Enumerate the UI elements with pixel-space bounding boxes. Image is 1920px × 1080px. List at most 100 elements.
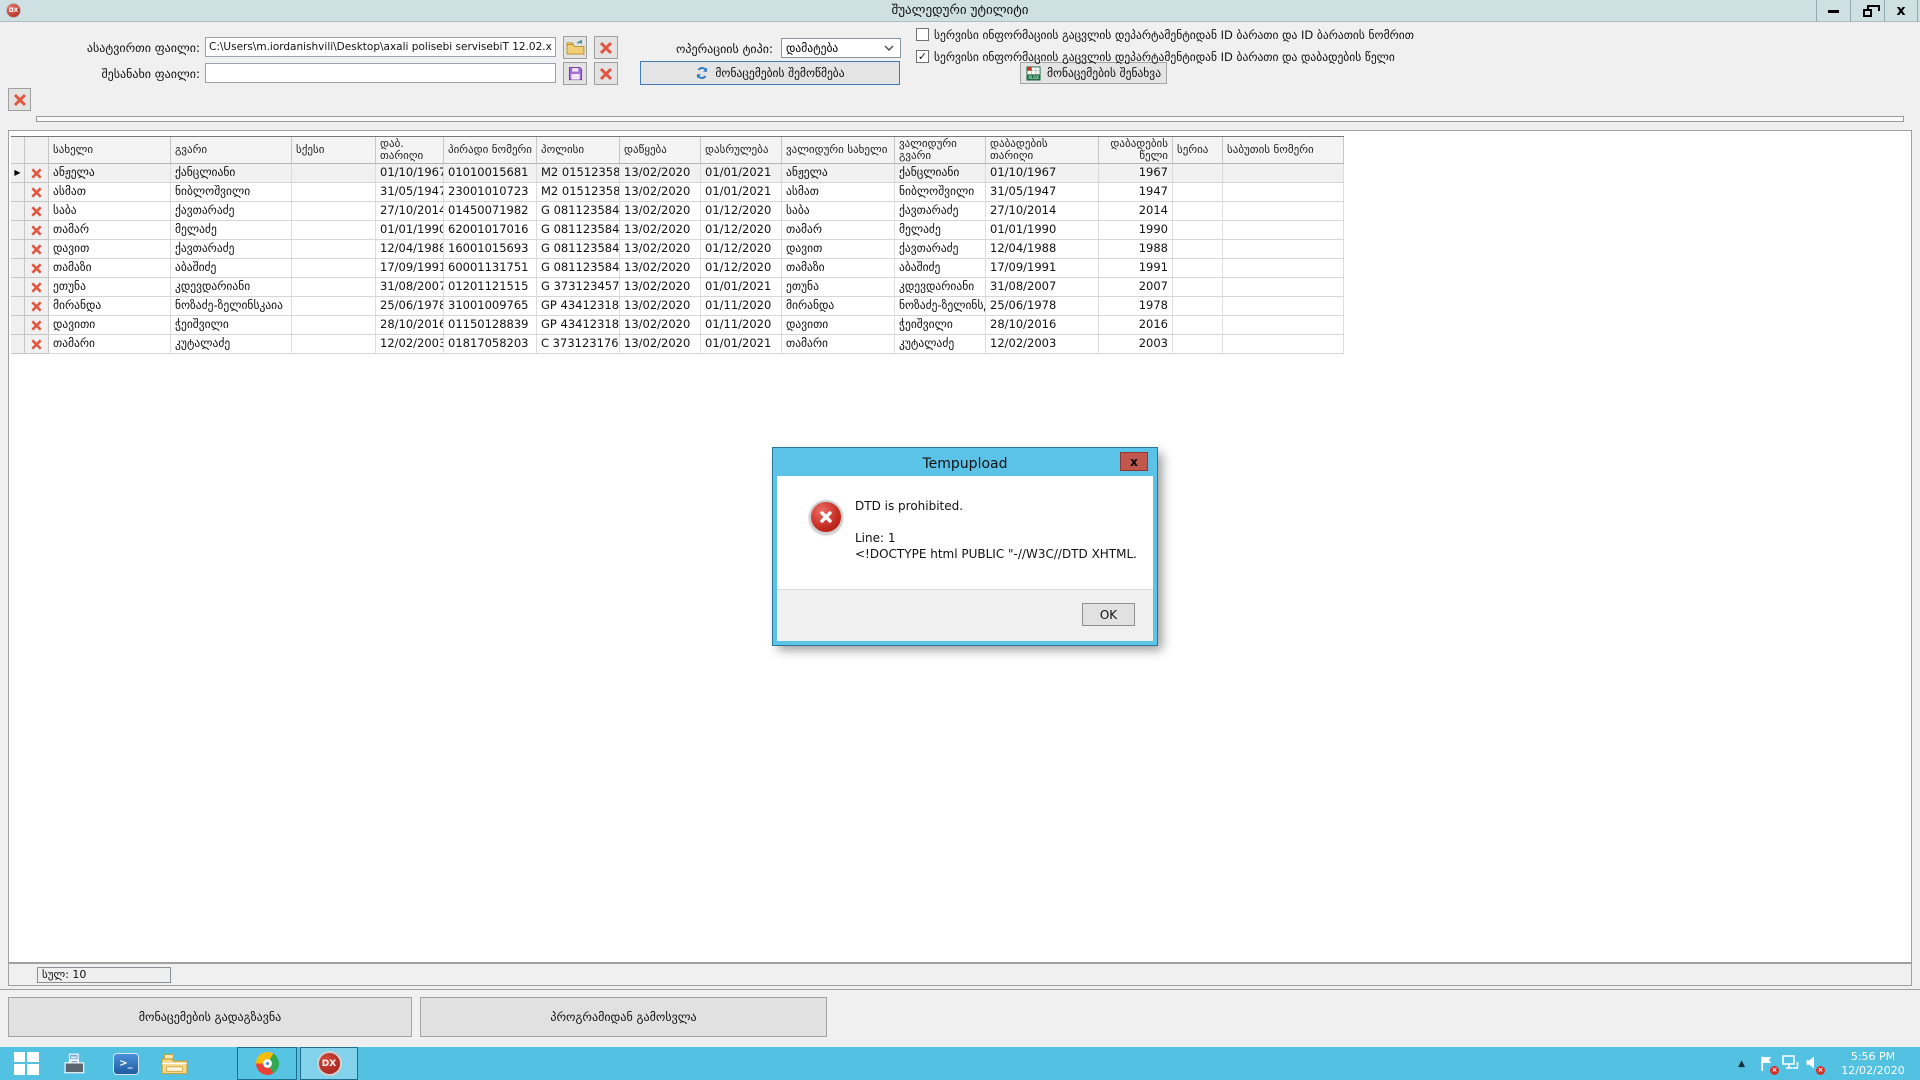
table-cell[interactable]: 13/02/2020: [620, 278, 701, 297]
table-cell[interactable]: 01/11/2020: [701, 297, 782, 316]
table-cell[interactable]: 01/01/1990: [986, 221, 1099, 240]
operation-type-select[interactable]: დამატება: [781, 38, 901, 58]
table-row-4[interactable]: თამარმელაძე01/01/199062001017016G 081123…: [11, 221, 1344, 240]
table-cell[interactable]: [1223, 278, 1344, 297]
table-row-2[interactable]: ასმათნიბლოშვილი31/05/194723001010723M2 0…: [11, 183, 1344, 202]
table-cell[interactable]: 01/12/2020: [701, 259, 782, 278]
action-center-flag-icon[interactable]: ×: [1759, 1055, 1777, 1073]
table-cell[interactable]: ანჟელა: [782, 164, 895, 183]
table-cell[interactable]: 2003: [1099, 335, 1173, 354]
table-cell[interactable]: ჭეიშვილი: [171, 316, 292, 335]
table-cell[interactable]: თამარ: [782, 221, 895, 240]
table-cell[interactable]: [1223, 202, 1344, 221]
table-cell[interactable]: დავითი: [782, 316, 895, 335]
table-cell[interactable]: [1173, 202, 1223, 221]
column-header-1[interactable]: სახელი: [49, 137, 171, 164]
table-cell[interactable]: 16001015693: [444, 240, 537, 259]
table-cell[interactable]: 01/10/1967: [376, 164, 444, 183]
table-cell[interactable]: თამარ: [49, 221, 171, 240]
column-header-12[interactable]: დაბადების წელი: [1099, 137, 1173, 164]
table-cell[interactable]: 2007: [1099, 278, 1173, 297]
delete-row-button[interactable]: [25, 183, 49, 202]
table-cell[interactable]: ნოზაძე-ზელინსკაია: [895, 297, 986, 316]
column-header-11[interactable]: დაბადების თარიღი: [986, 137, 1099, 164]
table-cell[interactable]: დავითი: [49, 316, 171, 335]
table-cell[interactable]: 1990: [1099, 221, 1173, 240]
table-cell[interactable]: 60001131751: [444, 259, 537, 278]
table-cell[interactable]: [1223, 240, 1344, 259]
table-cell[interactable]: 01/01/2021: [701, 278, 782, 297]
upload-file-input[interactable]: [205, 37, 556, 57]
table-cell[interactable]: 01010015681: [444, 164, 537, 183]
table-cell[interactable]: კდევდარიანი: [171, 278, 292, 297]
delete-row-button[interactable]: [25, 335, 49, 354]
table-cell[interactable]: [1173, 164, 1223, 183]
table-cell[interactable]: თამაზი: [782, 259, 895, 278]
table-cell[interactable]: 01450071982: [444, 202, 537, 221]
table-cell[interactable]: აბაშიძე: [171, 259, 292, 278]
table-cell[interactable]: [1173, 183, 1223, 202]
table-cell[interactable]: [292, 259, 376, 278]
delete-row-button[interactable]: [25, 278, 49, 297]
table-cell[interactable]: [1173, 316, 1223, 335]
table-cell[interactable]: ასმათ: [49, 183, 171, 202]
table-cell[interactable]: ეთუნა: [49, 278, 171, 297]
table-cell[interactable]: ნოზაძე-ზელინსკაია: [171, 297, 292, 316]
table-cell[interactable]: თამარი: [49, 335, 171, 354]
table-cell[interactable]: 27/10/2014: [376, 202, 444, 221]
delete-row-button[interactable]: [25, 297, 49, 316]
table-cell[interactable]: 01/01/2021: [701, 335, 782, 354]
table-row-6[interactable]: თამაზიაბაშიძე17/09/199160001131751G 0811…: [11, 259, 1344, 278]
save-data-button[interactable]: XLSX მონაცემების შენახვა: [1020, 62, 1167, 84]
table-cell[interactable]: [292, 183, 376, 202]
table-cell[interactable]: კუტალაძე: [171, 335, 292, 354]
table-cell[interactable]: 12/02/2003: [376, 335, 444, 354]
table-cell[interactable]: 01/12/2020: [701, 240, 782, 259]
table-cell[interactable]: [1223, 297, 1344, 316]
table-cell[interactable]: [1223, 335, 1344, 354]
powershell-button[interactable]: >_: [106, 1047, 146, 1080]
table-cell[interactable]: საბა: [782, 202, 895, 221]
table-cell[interactable]: დავით: [49, 240, 171, 259]
table-cell[interactable]: 27/10/2014: [986, 202, 1099, 221]
table-cell[interactable]: [1223, 221, 1344, 240]
table-cell[interactable]: თამარი: [782, 335, 895, 354]
table-cell[interactable]: ანჟელა: [49, 164, 171, 183]
table-cell[interactable]: [292, 164, 376, 183]
column-header-6[interactable]: პოლისი: [537, 137, 620, 164]
table-cell[interactable]: 13/02/2020: [620, 335, 701, 354]
table-cell[interactable]: კუტალაძე: [895, 335, 986, 354]
table-cell[interactable]: 01/01/2021: [701, 164, 782, 183]
table-cell[interactable]: მირანდა: [49, 297, 171, 316]
table-cell[interactable]: 1978: [1099, 297, 1173, 316]
table-cell[interactable]: [292, 335, 376, 354]
checkbox-id-card-number[interactable]: სერვისი ინფორმაციის გაცვლის დეპარტამენტი…: [916, 28, 1414, 42]
column-header-10[interactable]: ვალიდური გვარი: [895, 137, 986, 164]
check-data-button[interactable]: მონაცემების შემოწმება: [640, 61, 900, 85]
table-cell[interactable]: 13/02/2020: [620, 240, 701, 259]
table-cell[interactable]: 01/01/2021: [701, 183, 782, 202]
dialog-close-button[interactable]: x: [1120, 452, 1148, 471]
table-cell[interactable]: ქანცლიანი: [171, 164, 292, 183]
table-cell[interactable]: 12/02/2003: [986, 335, 1099, 354]
table-cell[interactable]: [1173, 240, 1223, 259]
table-cell[interactable]: [292, 316, 376, 335]
column-header-13[interactable]: სერია: [1173, 137, 1223, 164]
table-cell[interactable]: მირანდა: [782, 297, 895, 316]
table-cell[interactable]: 01/12/2020: [701, 202, 782, 221]
table-cell[interactable]: ნიბლოშვილი: [171, 183, 292, 202]
table-cell[interactable]: ასმათ: [782, 183, 895, 202]
table-cell[interactable]: საბა: [49, 202, 171, 221]
close-button[interactable]: x: [1884, 0, 1918, 22]
tray-expand-icon[interactable]: ▲: [1738, 1059, 1745, 1069]
table-cell[interactable]: 31/05/1947: [376, 183, 444, 202]
table-cell[interactable]: ნიბლოშვილი: [895, 183, 986, 202]
table-cell[interactable]: 25/06/1978: [986, 297, 1099, 316]
table-cell[interactable]: 01/01/1990: [376, 221, 444, 240]
table-row-9[interactable]: დავითიჭეიშვილი28/10/201601150128839GP 43…: [11, 316, 1344, 335]
table-cell[interactable]: 01201121515: [444, 278, 537, 297]
file-explorer-button[interactable]: [152, 1047, 196, 1080]
table-cell[interactable]: [292, 221, 376, 240]
minimize-button[interactable]: [1816, 0, 1850, 22]
table-cell[interactable]: 31/08/2007: [376, 278, 444, 297]
